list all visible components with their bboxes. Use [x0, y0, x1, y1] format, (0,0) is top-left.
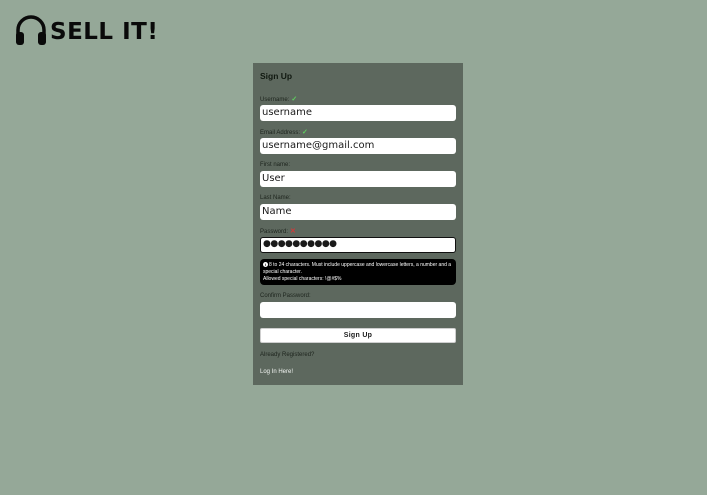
- password-label: Password: ✕: [260, 228, 296, 235]
- confirm-password-label: Confirm Password:: [260, 293, 311, 299]
- last-name-input[interactable]: Name: [260, 204, 456, 220]
- sign-up-button[interactable]: Sign Up: [260, 328, 456, 343]
- invalid-x-icon: ✕: [290, 228, 296, 235]
- confirm-password-input[interactable]: [260, 302, 456, 318]
- email-input[interactable]: username@gmail.com: [260, 138, 456, 154]
- valid-check-icon: ✓: [302, 129, 308, 136]
- username-label: Username: ✓: [260, 96, 298, 103]
- password-input[interactable]: ●●●●●●●●●●: [260, 237, 456, 253]
- email-label: Email Address: ✓: [260, 129, 308, 136]
- first-name-input[interactable]: User: [260, 171, 456, 187]
- valid-check-icon: ✓: [291, 96, 298, 103]
- signup-form: Sign Up Username: ✓ username Email Addre…: [253, 63, 463, 385]
- username-input[interactable]: username: [260, 105, 456, 121]
- login-link[interactable]: Log In Here!: [260, 369, 293, 375]
- last-name-label: Last Name:: [260, 195, 291, 201]
- already-registered-text: Already Registered?: [260, 352, 315, 358]
- first-name-label: First name:: [260, 162, 291, 168]
- info-icon: i: [263, 262, 268, 268]
- brand-name: SELL IT!: [50, 19, 159, 45]
- password-hint: i8 to 24 characters. Must include upperc…: [260, 259, 456, 285]
- brand-logo: SELL IT!: [14, 14, 158, 51]
- headphones-icon: [14, 14, 48, 51]
- form-title: Sign Up: [260, 71, 293, 81]
